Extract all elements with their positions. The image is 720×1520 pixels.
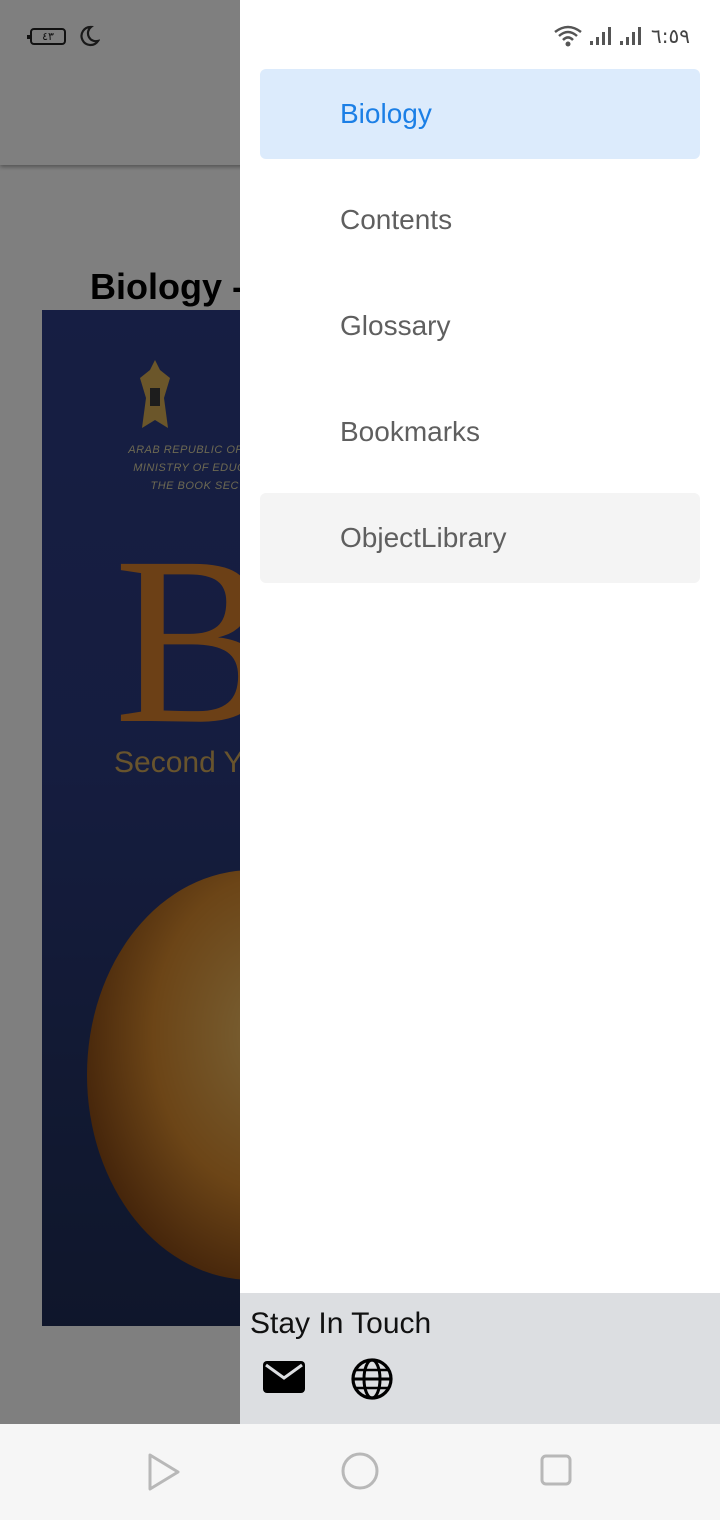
drawer-item-label: Glossary [340,310,451,341]
drawer-item-contents[interactable]: Contents [260,175,700,265]
status-clock: ٦:٥٩ [651,24,690,48]
signal-icon [590,27,612,45]
back-triangle-icon[interactable] [143,1451,183,1493]
stay-in-touch-panel: Stay In Touch [240,1293,720,1424]
drawer-item-glossary[interactable]: Glossary [260,281,700,371]
status-bar-right: ٦:٥٩ [553,24,690,48]
globe-icon[interactable] [350,1357,394,1401]
home-circle-icon[interactable] [340,1451,380,1491]
recents-square-icon[interactable] [538,1452,574,1488]
drawer-item-label: Biology [340,98,432,129]
drawer-item-label: Bookmarks [340,416,481,447]
signal-icon [620,27,642,45]
system-nav-bar [0,1424,720,1520]
drawer-item-label: Contents [340,204,453,235]
drawer-item-object-library[interactable]: ObjectLibrary [260,493,700,583]
stay-in-touch-title: Stay In Touch [250,1307,432,1340]
mail-icon[interactable] [262,1359,306,1395]
drawer-item-bookmarks[interactable]: Bookmarks [260,387,700,477]
navigation-drawer: ٦:٥٩ Biology Contents Glossary Bookmarks… [240,0,720,1424]
drawer-item-label: ObjectLibrary [340,522,507,553]
wifi-icon [554,25,582,47]
drawer-item-biology[interactable]: Biology [260,69,700,159]
